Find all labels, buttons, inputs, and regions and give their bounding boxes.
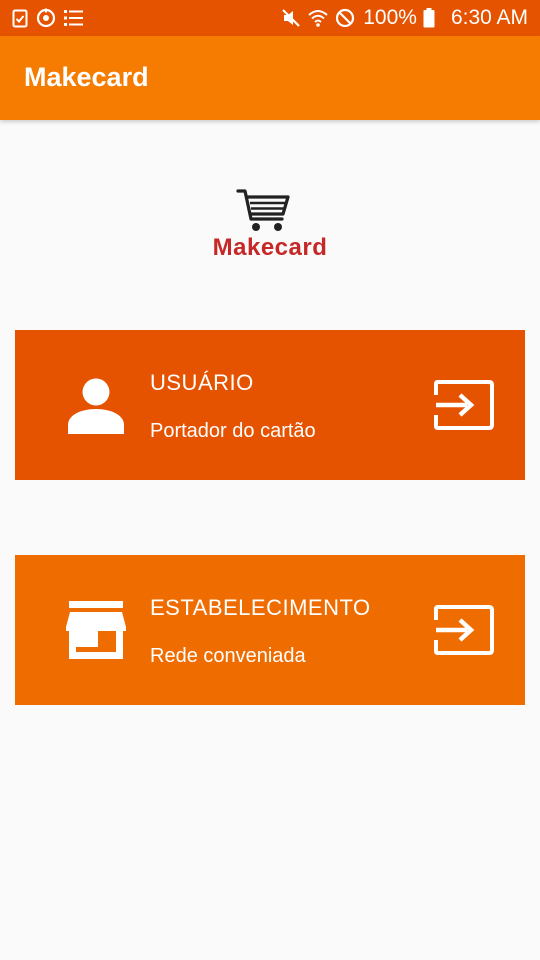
status-notifications	[12, 8, 84, 28]
store-option-title: ESTABELECIMENTO	[150, 595, 371, 620]
store-icon	[66, 601, 126, 659]
store-option-subtitle: Rede conveniada	[150, 645, 306, 667]
status-bar: 100% 6:30 AM	[0, 0, 540, 36]
status-system: 100% 6:30 AM	[281, 0, 528, 36]
app-title: Makecard	[24, 62, 149, 92]
app-logo: Makecard	[200, 188, 340, 266]
app-bar: Makecard	[0, 36, 540, 120]
battery-icon	[423, 8, 435, 28]
shopping-cart-icon	[236, 189, 290, 231]
login-icon[interactable]	[433, 604, 495, 656]
user-option-subtitle: Portador do cartão	[150, 420, 316, 442]
clock: 6:30 AM	[450, 6, 528, 29]
person-icon	[68, 378, 124, 434]
battery-percentage: 100%	[363, 6, 417, 29]
clipboard-check-icon	[12, 9, 28, 28]
user-option-title: USUÁRIO	[150, 370, 254, 395]
logo-text: Makecard	[212, 234, 328, 261]
login-icon[interactable]	[433, 379, 495, 431]
timer-icon	[36, 8, 56, 28]
list-icon	[64, 10, 83, 26]
store-option-card[interactable]: ESTABELECIMENTO Rede conveniada	[15, 555, 525, 705]
user-option-card[interactable]: USUÁRIO Portador do cartão	[15, 330, 525, 480]
do-not-disturb-icon	[336, 8, 355, 28]
wifi-icon	[308, 10, 328, 27]
mute-icon	[282, 9, 300, 27]
